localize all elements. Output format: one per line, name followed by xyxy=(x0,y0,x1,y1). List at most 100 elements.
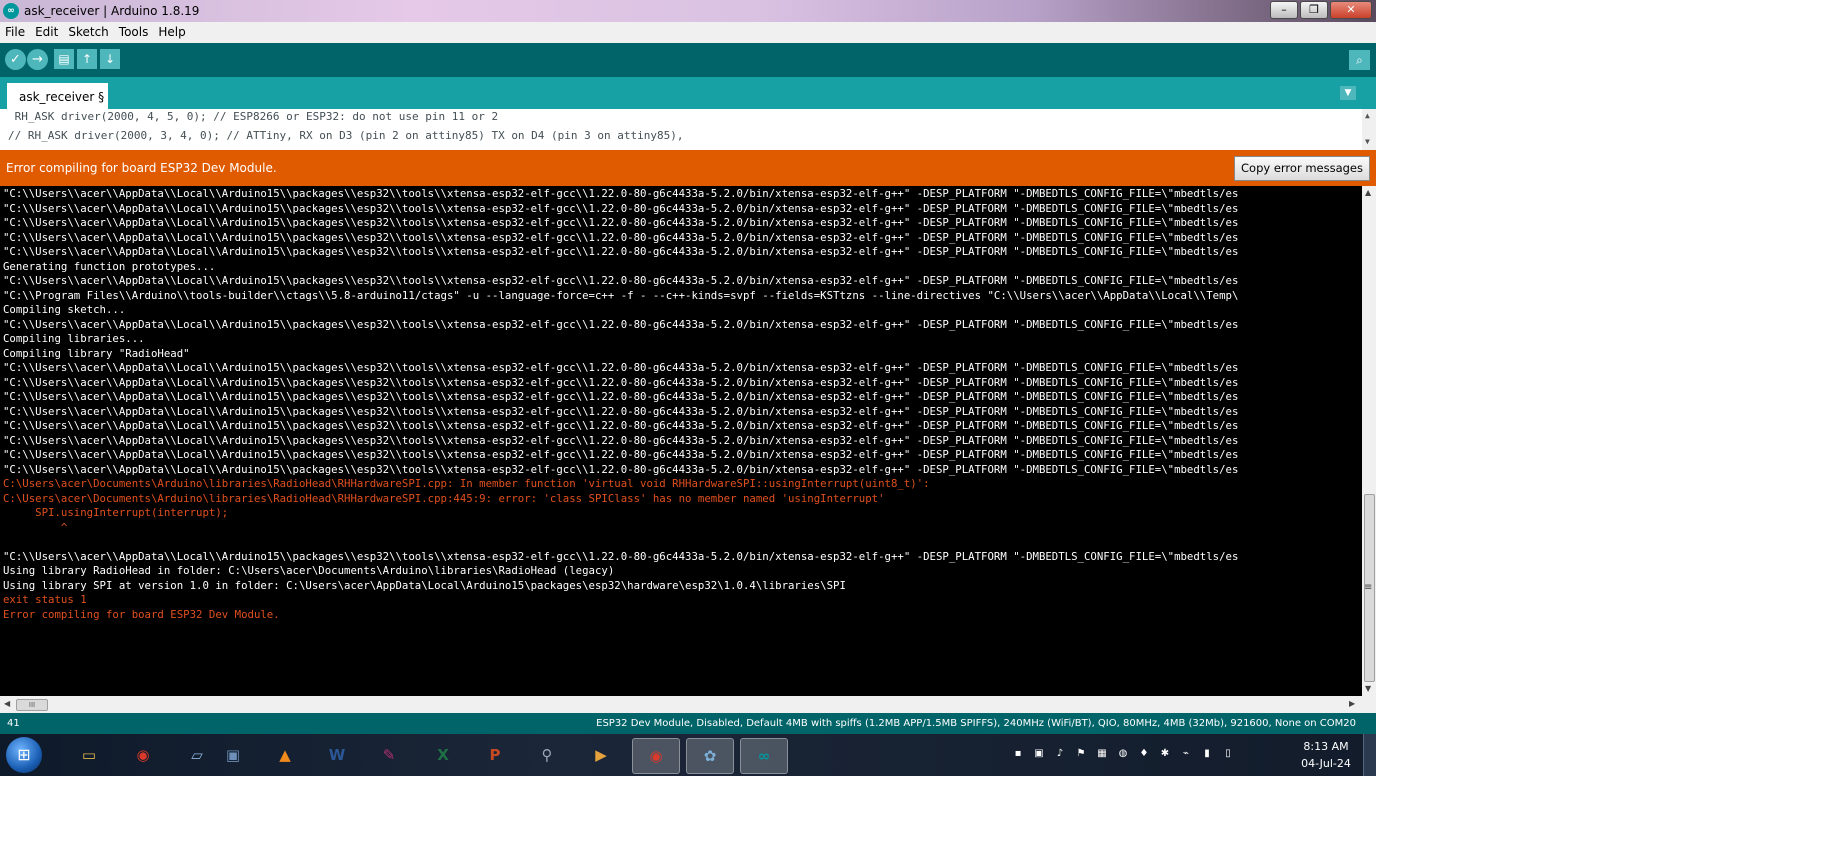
tray-icon[interactable]: ▣ xyxy=(1031,746,1047,762)
editor-scrollbar[interactable]: ▲ ▼ xyxy=(1362,109,1376,150)
tray-icon[interactable]: ▪ xyxy=(1010,746,1026,762)
tray-icon[interactable]: ▯ xyxy=(1220,746,1236,762)
line-number: 41 xyxy=(7,718,20,729)
error-message: Error compiling for board ESP32 Dev Modu… xyxy=(6,161,277,175)
tab-bar: ask_receiver § ▼ xyxy=(0,77,1376,109)
menu-edit[interactable]: Edit xyxy=(30,22,63,43)
scroll-up-icon[interactable]: ▲ xyxy=(1365,188,1371,197)
paint-icon: ✿ xyxy=(703,747,717,765)
desktop-icon: ▣ xyxy=(225,746,241,764)
console-line: "C:\\Program Files\\Arduino\\tools-build… xyxy=(3,288,1239,302)
start-button[interactable]: ⊞ xyxy=(6,737,42,773)
clock[interactable]: 8:13 AM 04-Jul-24 xyxy=(1296,738,1356,772)
taskbar-app-presentation[interactable]: P xyxy=(472,738,518,772)
status-bar: 41 ESP32 Dev Module, Disabled, Default 4… xyxy=(0,713,1376,734)
toolbar: ✓ → ▤ ↑ ↓ ⌕ xyxy=(0,43,1376,77)
powerpoint-pen-icon: ✎ xyxy=(382,746,396,764)
clock-date: 04-Jul-24 xyxy=(1301,757,1351,770)
tray-icon[interactable]: ♪ xyxy=(1052,746,1068,762)
clock-time: 8:13 AM xyxy=(1303,740,1349,753)
taskbar-app-chrome-2[interactable]: ◉ xyxy=(632,738,680,774)
code-line[interactable]: RH_ASK driver(2000, 4, 5, 0); // ESP8266… xyxy=(8,110,498,123)
explorer-icon: ▭ xyxy=(81,746,97,764)
menu-tools[interactable]: Tools xyxy=(114,22,154,43)
save-sketch-button[interactable]: ↓ xyxy=(100,49,120,69)
console-output[interactable]: "C:\\Users\\acer\\AppData\\Local\\Arduin… xyxy=(0,186,1362,696)
open-sketch-button[interactable]: ↑ xyxy=(77,49,97,69)
search-tool-icon: ⚲ xyxy=(541,746,553,764)
taskbar-app-chrome[interactable]: ◉ xyxy=(120,738,166,772)
taskbar-app-excel[interactable]: X xyxy=(420,738,466,772)
chevron-down-icon: ▼ xyxy=(1344,88,1352,98)
upload-button[interactable]: → xyxy=(27,49,48,70)
taskbar-app-vlc[interactable]: ▲ xyxy=(262,738,308,772)
close-button[interactable]: ✕ xyxy=(1330,1,1372,19)
board-info: ESP32 Dev Module, Disabled, Default 4MB … xyxy=(596,718,1356,729)
code-editor[interactable]: RH_ASK driver(2000, 4, 5, 0); // ESP8266… xyxy=(0,109,1376,150)
chrome-icon: ◉ xyxy=(136,746,150,764)
scroll-down-icon[interactable]: ▼ xyxy=(1365,137,1370,146)
menu-sketch[interactable]: Sketch xyxy=(63,22,113,43)
serial-monitor-button[interactable]: ⌕ xyxy=(1349,50,1370,70)
show-desktop-button[interactable] xyxy=(1363,734,1376,776)
window-controls: – ❐ ✕ xyxy=(1270,1,1372,19)
scroll-left-icon[interactable]: ◀ xyxy=(4,699,10,708)
tray-icon[interactable]: ⌁ xyxy=(1178,746,1194,762)
scroll-down-icon[interactable]: ▼ xyxy=(1365,684,1371,693)
minimize-button[interactable]: – xyxy=(1270,1,1298,19)
tray-icon[interactable]: ✱ xyxy=(1157,746,1173,762)
media-icon: ▶ xyxy=(595,746,607,764)
chrome-2-icon: ◉ xyxy=(649,747,663,765)
scroll-right-icon[interactable]: ▶ xyxy=(1349,699,1355,708)
taskbar-app-arduino[interactable]: ∞ xyxy=(740,738,788,774)
tray-icon[interactable]: ▦ xyxy=(1094,746,1110,762)
maximize-button[interactable]: ❐ xyxy=(1300,1,1328,19)
code-line[interactable]: // RH_ASK driver(2000, 3, 4, 0); // ATTi… xyxy=(8,129,684,142)
menu-bar: File Edit Sketch Tools Help xyxy=(0,22,1376,43)
tray-icon[interactable]: ◍ xyxy=(1115,746,1131,762)
verify-button[interactable]: ✓ xyxy=(5,49,26,70)
taskbar-app-paint[interactable]: ✿ xyxy=(686,738,734,774)
tab-ask-receiver[interactable]: ask_receiver § xyxy=(7,83,109,109)
copy-error-messages-button[interactable]: Copy error messages xyxy=(1234,156,1370,181)
tab-menu-button[interactable]: ▼ xyxy=(1340,86,1356,100)
magnifier-icon: ⌕ xyxy=(1356,53,1363,67)
check-icon: ✓ xyxy=(10,52,21,67)
grip-icon: ≡ xyxy=(1364,582,1373,593)
new-sketch-button[interactable]: ▤ xyxy=(54,49,74,69)
windows-taskbar: ⊞ ▭ ◉ ▱ ▣ ▲ W ✎ X P ⚲ ▶ ◉ ✿ ∞ ▪ ▣ ♪ ⚑ ▦ ◍ ♦ ✱ ⌁ ▮ ▯ 8:13 AM 04-… xyxy=(0,734,1376,776)
arrow-right-icon: → xyxy=(32,52,43,67)
vlc-icon: ▲ xyxy=(279,746,291,764)
taskbar-app-search-tool[interactable]: ⚲ xyxy=(524,738,570,772)
presentation-icon: P xyxy=(489,746,501,764)
scroll-thumb[interactable]: III xyxy=(16,699,48,711)
tray-icon[interactable]: ▮ xyxy=(1199,746,1215,762)
console-line: "C:\\Users\\acer\\AppData\\Local\\Arduin… xyxy=(3,317,1239,331)
tray-icon[interactable]: ⚑ xyxy=(1073,746,1089,762)
word-icon: W xyxy=(328,746,346,764)
console-horizontal-scrollbar[interactable]: ◀ III ▶ xyxy=(0,696,1376,713)
taskbar-app-word[interactable]: W xyxy=(314,738,360,772)
console-line: ^ xyxy=(3,520,68,534)
title-bar[interactable]: ∞ ask_receiver | Arduino 1.8.19 – ❐ ✕ xyxy=(0,0,1376,22)
system-tray: ▪ ▣ ♪ ⚑ ▦ ◍ ♦ ✱ ⌁ ▮ ▯ xyxy=(1010,746,1236,762)
arduino-icon: ∞ xyxy=(757,747,771,765)
console-line: Using library SPI at version 1.0 in fold… xyxy=(3,578,846,592)
taskbar-app-explorer[interactable]: ▭ xyxy=(66,738,112,772)
menu-help[interactable]: Help xyxy=(153,22,190,43)
tray-icon[interactable]: ♦ xyxy=(1136,746,1152,762)
console-line: Error compiling for board ESP32 Dev Modu… xyxy=(3,607,280,621)
error-bar: Error compiling for board ESP32 Dev Modu… xyxy=(0,150,1376,186)
window-title: ask_receiver | Arduino 1.8.19 xyxy=(24,4,200,18)
arrow-down-icon: ↓ xyxy=(104,52,116,66)
arduino-icon: ∞ xyxy=(3,3,19,19)
taskbar-app-desktop[interactable]: ▣ xyxy=(210,738,256,772)
console-vertical-scrollbar[interactable]: ▲ ≡ ▼ xyxy=(1362,186,1376,696)
excel-icon: X xyxy=(437,746,449,764)
notepad-icon: ▱ xyxy=(191,746,203,764)
windows-logo-icon: ⊞ xyxy=(17,745,31,764)
taskbar-app-powerpoint-pen[interactable]: ✎ xyxy=(366,738,412,772)
menu-file[interactable]: File xyxy=(0,22,30,43)
taskbar-app-media[interactable]: ▶ xyxy=(578,738,624,772)
scroll-up-icon[interactable]: ▲ xyxy=(1365,111,1370,120)
